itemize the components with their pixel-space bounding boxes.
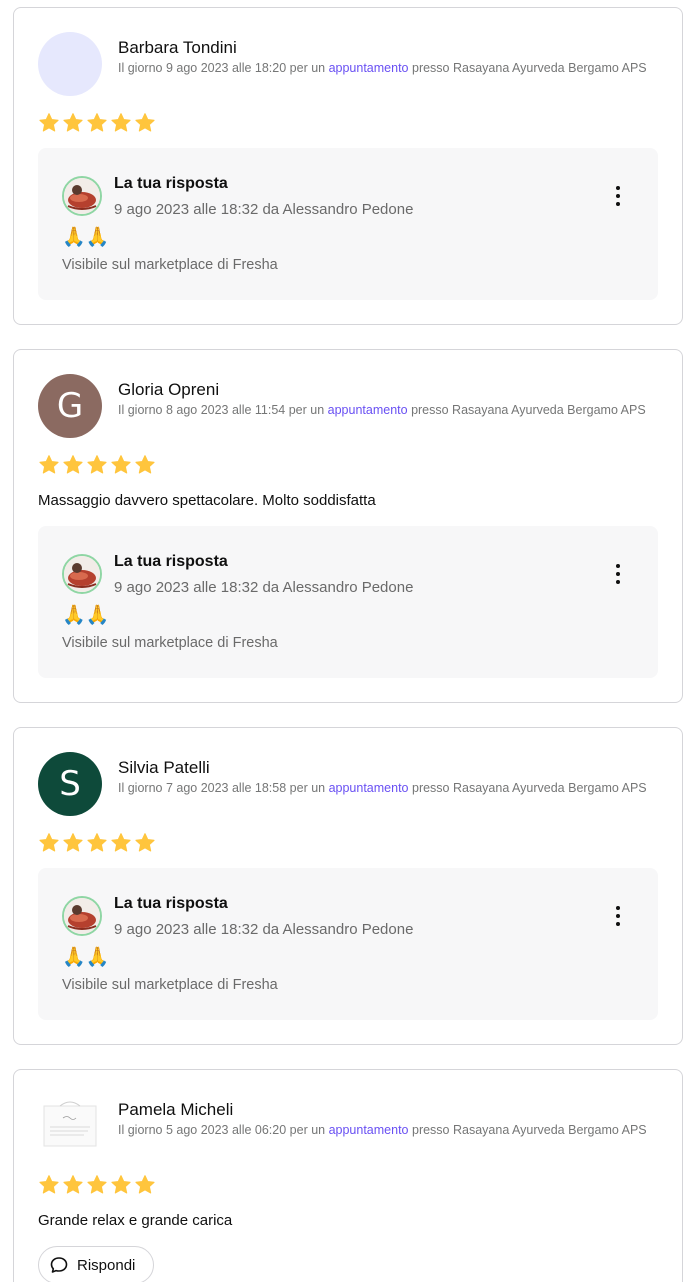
review-meta: Il giorno 8 ago 2023 alle 11:54 per un a…	[118, 403, 646, 417]
star-icon	[63, 833, 83, 852]
avatar	[38, 1094, 102, 1158]
more-options-icon[interactable]	[604, 182, 632, 210]
avatar: G	[38, 374, 102, 438]
reviewer-name: Pamela Micheli	[118, 1100, 234, 1119]
star-icon	[87, 113, 107, 132]
business-logo-icon	[64, 898, 100, 934]
business-avatar	[62, 176, 102, 216]
star-icon	[111, 833, 131, 852]
star-rating	[38, 832, 156, 856]
review-header: S Silvia Patelli Il giorno 7 ago 2023 al…	[38, 752, 658, 816]
star-icon	[87, 1175, 107, 1194]
star-icon	[63, 1175, 83, 1194]
reply-visibility: Visibile sul marketplace di Fresha	[62, 635, 278, 651]
reviewer-name: Barbara Tondini	[118, 38, 237, 57]
review-meta: Il giorno 9 ago 2023 alle 18:20 per un a…	[118, 61, 647, 75]
reply-box: La tua risposta 9 ago 2023 alle 18:32 da…	[38, 526, 658, 678]
reviewer-name: Gloria Opreni	[118, 380, 220, 399]
review-comment: Massaggio davvero spettacolare. Molto so…	[38, 492, 376, 509]
review-header: Barbara Tondini Il giorno 9 ago 2023 all…	[38, 32, 658, 96]
reply-text: 🙏🙏	[62, 605, 110, 626]
star-rating	[38, 454, 156, 478]
business-logo-icon	[64, 178, 100, 214]
review-meta: Il giorno 5 ago 2023 alle 06:20 per un a…	[118, 1123, 647, 1137]
more-options-icon[interactable]	[604, 902, 632, 930]
star-icon	[111, 1175, 131, 1194]
reply-title: La tua risposta	[114, 175, 228, 192]
appointment-link[interactable]: appuntamento	[329, 781, 409, 795]
reply-date: 9 ago 2023 alle 18:32 da Alessandro Pedo…	[114, 579, 414, 596]
reviewer-name: Silvia Patelli	[118, 758, 210, 777]
review-meta: Il giorno 7 ago 2023 alle 18:58 per un a…	[118, 781, 647, 795]
star-icon	[111, 113, 131, 132]
business-avatar	[62, 896, 102, 936]
reply-button-label: Rispondi	[77, 1256, 136, 1274]
star-icon	[135, 113, 155, 132]
star-icon	[39, 113, 59, 132]
review-card: S Silvia Patelli Il giorno 7 ago 2023 al…	[13, 727, 683, 1045]
appointment-link[interactable]: appuntamento	[328, 403, 408, 417]
star-icon	[87, 833, 107, 852]
reply-visibility: Visibile sul marketplace di Fresha	[62, 257, 278, 273]
star-icon	[135, 455, 155, 474]
review-card: G Gloria Opreni Il giorno 8 ago 2023 all…	[13, 349, 683, 703]
star-icon	[111, 455, 131, 474]
star-icon	[39, 455, 59, 474]
star-icon	[135, 833, 155, 852]
review-header: Pamela Micheli Il giorno 5 ago 2023 alle…	[38, 1094, 658, 1158]
review-comment: Grande relax e grande carica	[38, 1212, 233, 1229]
reply-box: La tua risposta 9 ago 2023 alle 18:32 da…	[38, 868, 658, 1020]
reply-title: La tua risposta	[114, 895, 228, 912]
review-header: G Gloria Opreni Il giorno 8 ago 2023 all…	[38, 374, 658, 438]
reply-text: 🙏🙏	[62, 227, 110, 248]
reply-button[interactable]: Rispondi	[38, 1246, 154, 1282]
star-icon	[63, 455, 83, 474]
review-card: Barbara Tondini Il giorno 9 ago 2023 all…	[13, 7, 683, 325]
card-image	[43, 1101, 97, 1147]
reply-text: 🙏🙏	[62, 947, 110, 968]
avatar	[38, 32, 102, 96]
more-options-icon[interactable]	[604, 560, 632, 588]
star-icon	[39, 833, 59, 852]
star-icon	[87, 455, 107, 474]
reply-date: 9 ago 2023 alle 18:32 da Alessandro Pedo…	[114, 201, 414, 218]
avatar: S	[38, 752, 102, 816]
star-rating	[38, 112, 156, 136]
star-rating	[38, 1174, 156, 1198]
reply-date: 9 ago 2023 alle 18:32 da Alessandro Pedo…	[114, 921, 414, 938]
appointment-link[interactable]: appuntamento	[329, 61, 409, 75]
reply-box: La tua risposta 9 ago 2023 alle 18:32 da…	[38, 148, 658, 300]
star-icon	[135, 1175, 155, 1194]
review-card: Pamela Micheli Il giorno 5 ago 2023 alle…	[13, 1069, 683, 1282]
speech-bubble-icon	[50, 1257, 68, 1273]
star-icon	[39, 1175, 59, 1194]
star-icon	[63, 113, 83, 132]
reply-title: La tua risposta	[114, 553, 228, 570]
appointment-link[interactable]: appuntamento	[329, 1123, 409, 1137]
reply-visibility: Visibile sul marketplace di Fresha	[62, 977, 278, 993]
business-logo-icon	[64, 556, 100, 592]
business-avatar	[62, 554, 102, 594]
